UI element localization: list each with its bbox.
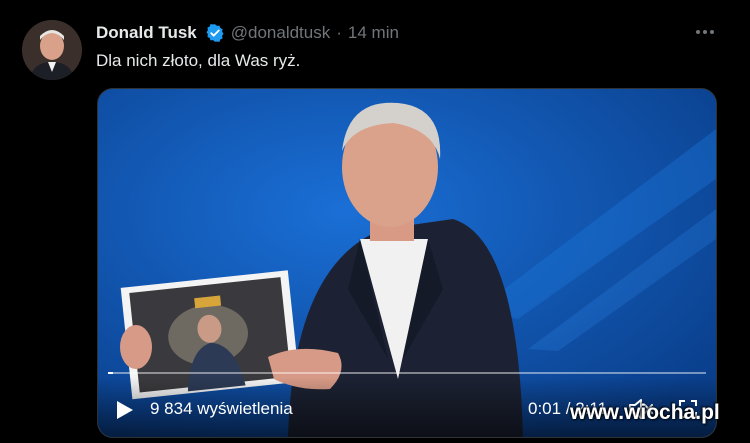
video-progress-bar[interactable] (108, 372, 706, 374)
avatar[interactable] (22, 20, 82, 80)
play-icon[interactable] (116, 400, 134, 420)
separator-dot: · (336, 23, 342, 42)
tweet-header: Donald Tusk @donaldtusk · 14 min (96, 22, 399, 44)
verified-badge-icon (205, 23, 225, 43)
video-player[interactable]: 9 834 wyświetlenia 0:01 / 2:11 (97, 88, 717, 438)
video-progress-fill (108, 372, 113, 374)
more-dots-icon[interactable] (694, 22, 716, 47)
author-name[interactable]: Donald Tusk (96, 22, 197, 44)
watermark: www.wiocha.pl (570, 401, 720, 424)
view-count: 9 834 wyświetlenia (150, 399, 293, 418)
tweet-timestamp[interactable]: 14 min (348, 22, 399, 44)
tweet-text: Dla nich złoto, dla Was ryż. (96, 51, 301, 70)
author-handle[interactable]: @donaldtusk (231, 22, 331, 44)
avatar-photo (22, 20, 82, 80)
